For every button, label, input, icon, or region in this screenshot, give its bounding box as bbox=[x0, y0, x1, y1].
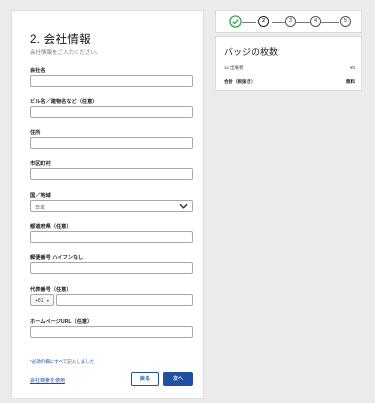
company-name-input[interactable] bbox=[30, 75, 193, 87]
homepage-url-label: ホームページURL（任意） bbox=[30, 319, 93, 325]
summary-total-label: 合計（税抜き） bbox=[224, 79, 256, 84]
country-code-select[interactable]: +81 ▾ bbox=[30, 294, 54, 306]
company-info-form: 2. 会社情報 会社情報をご入力ください。 会社名 ビル名／建物名など（任意） … bbox=[11, 10, 204, 399]
country-selected-value: 日本 bbox=[35, 205, 46, 211]
company-name-label: 会社名 bbox=[30, 68, 46, 74]
summary-title: バッジの枚数 bbox=[224, 47, 279, 57]
step-connector bbox=[321, 22, 339, 23]
phone-label: 代表番号（任意） bbox=[30, 287, 72, 293]
address-label: 住所 bbox=[30, 130, 41, 136]
step-2: 2 bbox=[258, 16, 269, 27]
step-4: 4 bbox=[310, 16, 321, 27]
required-note: *必須の欄にすべて記入しました bbox=[30, 359, 95, 364]
find-company-link[interactable]: 会社検索を使用 bbox=[30, 377, 65, 384]
step-connector bbox=[272, 22, 285, 23]
step-connector bbox=[242, 22, 256, 23]
city-label: 市区町村 bbox=[30, 161, 51, 167]
country-select[interactable]: 日本 bbox=[30, 200, 193, 212]
chevron-down-icon: ▾ bbox=[46, 298, 49, 303]
badge-summary-card: バッジの枚数 1x 出展者 ¥0 合計（税抜き） 無料 bbox=[215, 36, 362, 91]
city-input[interactable] bbox=[30, 168, 193, 180]
address-input[interactable] bbox=[30, 137, 193, 149]
summary-row-exhibitor: 1x 出展者 ¥0 bbox=[224, 65, 355, 71]
step-connector bbox=[296, 22, 310, 23]
step-5: 5 bbox=[340, 16, 351, 27]
chevron-down-icon bbox=[179, 203, 188, 209]
summary-row-total: 合計（税抜き） 無料 bbox=[224, 79, 355, 85]
homepage-url-input[interactable] bbox=[30, 326, 193, 338]
building-name-input[interactable] bbox=[30, 106, 193, 118]
summary-total-value: 無料 bbox=[346, 79, 355, 84]
back-button[interactable]: 戻る bbox=[131, 372, 159, 386]
phone-input[interactable] bbox=[56, 294, 193, 306]
building-name-label: ビル名／建物名など（任意） bbox=[30, 99, 98, 105]
step-3: 3 bbox=[285, 16, 296, 27]
country-label: 国／地域 bbox=[30, 193, 51, 199]
check-circle-icon bbox=[229, 15, 242, 28]
summary-row-label: 1x 出展者 bbox=[224, 65, 244, 70]
country-code-value: +81 bbox=[35, 298, 44, 304]
summary-row-value: ¥0 bbox=[349, 65, 355, 70]
form-subtitle: 会社情報をご入力ください。 bbox=[30, 50, 102, 56]
next-button[interactable]: 次へ bbox=[163, 372, 193, 386]
progress-stepper: 2 3 4 5 bbox=[215, 10, 362, 33]
postal-code-label: 郵便番号 ハイフンなし bbox=[30, 255, 84, 261]
prefecture-label: 都道府県（任意） bbox=[30, 224, 72, 230]
postal-code-input[interactable] bbox=[30, 262, 193, 274]
prefecture-input[interactable] bbox=[30, 231, 193, 243]
form-title: 2. 会社情報 bbox=[30, 34, 91, 46]
